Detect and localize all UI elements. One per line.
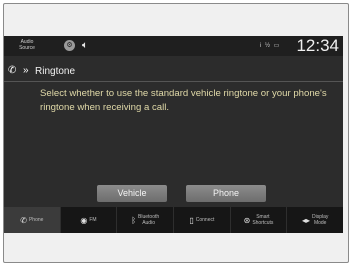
shortcuts-icon: ⊛ bbox=[243, 215, 251, 225]
header-divider bbox=[4, 81, 343, 82]
phone-ringtone-button[interactable]: Phone bbox=[186, 185, 266, 202]
radio-icon: ◉ bbox=[80, 215, 88, 225]
vehicle-ringtone-button[interactable]: Vehicle bbox=[97, 185, 167, 202]
nav-label-line2: Shortcuts bbox=[252, 220, 274, 226]
nav-item-smart-shortcuts[interactable]: ⊛ Smart Shortcuts bbox=[231, 207, 288, 233]
nav-item-bluetooth-audio[interactable]: ᛒ Bluetooth Audio bbox=[117, 207, 175, 233]
phone-icon: ✆ bbox=[20, 215, 27, 225]
nav-label: FM bbox=[89, 217, 97, 223]
bluetooth-icon: ᛒ bbox=[131, 215, 137, 225]
status-bar: Audio Source ⚙ 🔈︎ i ½ ▭ 12:34 bbox=[4, 36, 343, 56]
nav-label-line2: Mode bbox=[313, 220, 327, 226]
nav-label: Phone bbox=[28, 217, 44, 223]
screen-header: ✆ » Ringtone bbox=[8, 63, 75, 79]
status-indicators: i ½ ▭ bbox=[260, 43, 281, 49]
nav-label: Connect bbox=[195, 217, 215, 223]
phone-icon: ✆ bbox=[8, 65, 17, 76]
instruction-text: Select whether to use the standard vehic… bbox=[40, 88, 327, 113]
audio-source-button[interactable]: Audio Source bbox=[12, 39, 42, 53]
display-mode-icon: ◂▸ bbox=[301, 215, 310, 225]
nav-item-fm[interactable]: ◉ FM bbox=[61, 207, 118, 233]
double-chevron-right-icon: » bbox=[23, 65, 29, 76]
clock: 12:34 bbox=[296, 36, 339, 55]
settings-circle-icon[interactable]: ⚙ bbox=[64, 40, 75, 51]
nav-item-phone[interactable]: ✆ Phone bbox=[4, 207, 61, 233]
page-title: Ringtone bbox=[35, 65, 76, 77]
bottom-nav: ✆ Phone ◉ FM ᛒ Bluetooth Audio ▯ Connect… bbox=[4, 207, 343, 233]
infotainment-screen: Audio Source ⚙ 🔈︎ i ½ ▭ 12:34 ✆ » Ringto… bbox=[4, 36, 343, 233]
smartphone-icon: ▯ bbox=[189, 215, 194, 225]
nav-item-display-mode[interactable]: ◂▸ Display Mode bbox=[287, 207, 343, 233]
nav-label-line2: Audio bbox=[142, 220, 155, 226]
speaker-icon[interactable]: 🔈︎ bbox=[82, 39, 94, 52]
audio-source-label-line2: Source bbox=[19, 45, 35, 51]
nav-item-connect[interactable]: ▯ Connect bbox=[174, 207, 231, 233]
